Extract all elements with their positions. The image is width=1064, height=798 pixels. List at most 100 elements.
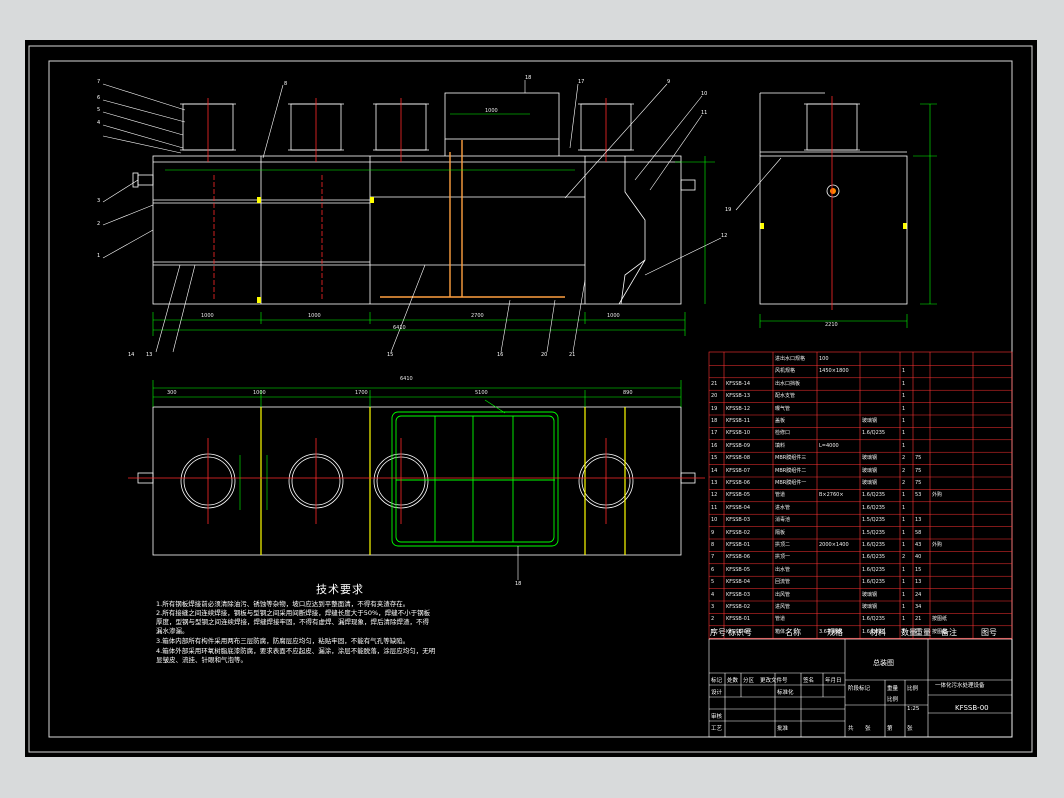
callout-16: 16	[497, 352, 504, 358]
bom-cell: 管道	[775, 616, 786, 623]
note-line-4: 漏水渗漏。	[156, 627, 189, 635]
tb-sign: 签名	[803, 678, 815, 684]
bom-row-lines	[709, 365, 1012, 639]
side-view	[759, 92, 908, 305]
title-drawing-no: KFSSB-00	[955, 704, 989, 712]
callout-14: 14	[128, 352, 135, 358]
bom-cell: MBR膜组件一	[775, 480, 807, 486]
bom-cell: 34	[915, 604, 922, 610]
title-scale-label: 比例	[887, 697, 899, 703]
bom-cell: 2	[902, 554, 906, 561]
bom-cell: 1	[902, 566, 906, 573]
bom-cell: 拱顶二	[775, 542, 791, 548]
bom-cell: 回流管	[775, 579, 791, 586]
plan-centerlines	[128, 438, 705, 524]
bom-cell: 玻璃钢	[862, 418, 878, 424]
bom-cell: 1.6/Q235	[862, 554, 886, 561]
bom-cell: 风机规格	[775, 368, 796, 375]
bom-cell: 进水管	[775, 504, 791, 511]
bom-cell: 2	[902, 455, 906, 462]
bom-cell: 75	[915, 480, 922, 486]
bom-cell: 43	[915, 542, 922, 548]
bom-header-remark: 备注	[941, 628, 957, 637]
title-drawing-name: 总装图	[873, 659, 894, 667]
bom-cell: 75	[915, 467, 922, 474]
bom-cell: 7	[711, 554, 715, 561]
callout-1: 1	[97, 253, 101, 259]
bom-cell: 1	[902, 418, 906, 424]
bom-cell: 1	[902, 616, 906, 623]
bom-cell: 1.5/Q235	[862, 517, 886, 524]
callout-12: 12	[721, 233, 728, 239]
tb-date: 年月日	[825, 678, 842, 684]
bom-cell: 2	[711, 616, 715, 623]
bom-cell: MBR膜组件二	[775, 467, 807, 474]
note-line-6: 4.箱体外部采用环氧树脂底漆防腐，要求表面不应起皮、漏涂，涂层不能脱落，涂层应均…	[156, 647, 436, 655]
bom-cell: 13	[915, 579, 922, 586]
bom-cell: 1	[902, 579, 906, 586]
bom-cell: KFSSB-03	[726, 517, 751, 524]
notes-title: 技术要求	[316, 583, 364, 596]
bom-cell: 填料	[775, 442, 786, 449]
callout-plan-18: 18	[515, 581, 522, 587]
dim-front-2: 1000	[308, 313, 321, 319]
callout-17: 17	[578, 79, 585, 85]
bom-cell: 1	[902, 405, 906, 412]
drawing-sheet: 7 6 5 4 3 2 1 8 18 17 9 10 11 12 19 14 1…	[25, 40, 1037, 757]
bom-cell: KFSSB-01	[726, 616, 751, 623]
bom-cell: 拱顶一	[775, 554, 791, 561]
bom-cell: 出风管	[775, 591, 791, 598]
note-line-3: 厚度，型钢与型钢之间连续焊接，焊缝焊接牢固，不得有虚焊、漏焊现象，焊后清除焊渣，…	[156, 618, 429, 626]
bom-cell: KFSSB-09	[726, 442, 751, 449]
callout-15: 15	[387, 352, 394, 358]
bom-cell: 玻璃钢	[862, 604, 878, 610]
callout-18: 18	[525, 75, 532, 81]
bom-cell: 1.6/Q235	[862, 566, 886, 573]
tb-total: 共	[848, 726, 854, 732]
callout-7: 7	[97, 79, 101, 85]
bom-cell: L=4000	[819, 442, 839, 449]
bom-cell: 75	[915, 455, 922, 462]
dim-top-width: 1000	[485, 108, 498, 114]
callout-2: 2	[97, 221, 101, 227]
tb-zone: 分区	[743, 678, 755, 684]
bom-cell: 24	[915, 591, 922, 598]
dim-front-4: 1000	[607, 313, 620, 319]
bom-cell: 58	[915, 529, 922, 536]
bom-cell: 10	[711, 517, 718, 524]
bom-cell: 21	[711, 380, 718, 387]
bom-cell: KFSSB-02	[726, 604, 751, 610]
bom-cell: KFSSB-05	[726, 566, 751, 573]
bom-cell: 配水支管	[775, 393, 796, 400]
note-line-2: 2.所有接缝之间连续焊接，钢板与型钢之间采用间断焊接，焊缝长度大于50%，焊缝不…	[156, 609, 431, 617]
tb-count: 处数	[727, 678, 739, 684]
bom-cell: 玻璃钢	[862, 591, 878, 598]
tb-sheets-1: 张	[865, 726, 871, 732]
bom-cell: 检修口	[775, 430, 791, 437]
bom-cell: 1450×1800	[819, 368, 849, 375]
bom-cell: KFSSB-01	[726, 542, 751, 548]
front-centerlines	[207, 98, 607, 300]
bom-cell: KFSSB-06	[726, 480, 751, 486]
bom-cell: MBR膜组件三	[775, 455, 807, 462]
tb-sheets-2: 张	[907, 726, 913, 732]
dim-plan-1: 300	[167, 390, 177, 396]
bom-cell: 1	[902, 529, 906, 536]
bom-cell: 15	[915, 566, 922, 573]
bom-cell: 100	[819, 356, 829, 362]
tb-standard: 标准化	[777, 690, 794, 696]
tb-ratio: 比例	[907, 686, 919, 692]
bom-cell: 1	[902, 393, 906, 400]
bom-cell: KFSSB-08	[726, 455, 751, 462]
bom-header-drawing: 图号	[981, 628, 997, 637]
side-dimensions	[759, 103, 937, 328]
callout-4: 4	[97, 120, 101, 126]
bom-cell: B×2760×	[819, 492, 844, 499]
bom-cell: 隔板	[775, 529, 786, 536]
bom-cell: 1.6/Q235	[862, 504, 886, 511]
dim-side-width: 2210	[825, 322, 838, 328]
bom-cell: 19	[711, 405, 718, 412]
dim-plan-2: 1000	[253, 390, 266, 396]
dim-plan-3: 1700	[355, 390, 368, 396]
bom-cell: 1	[902, 430, 906, 437]
